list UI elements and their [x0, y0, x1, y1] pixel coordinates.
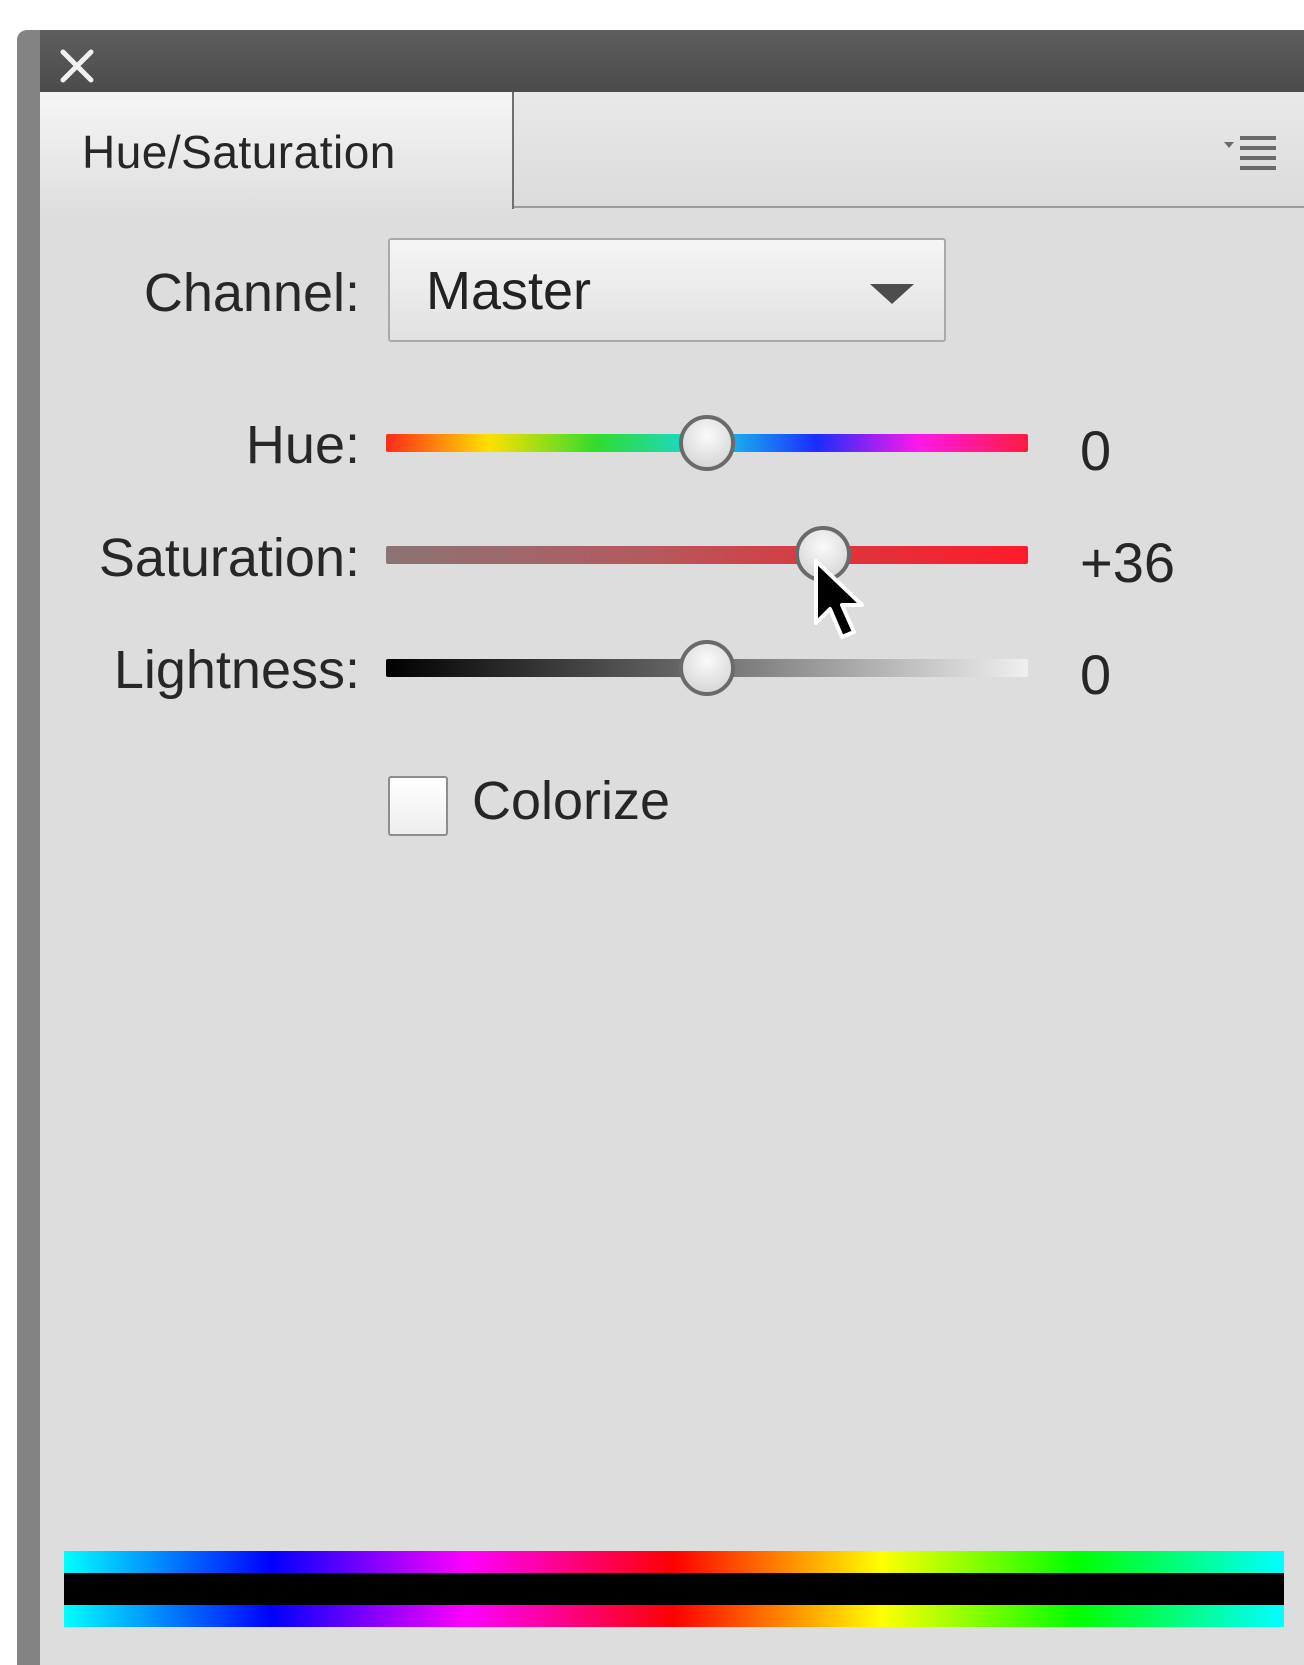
saturation-slider-track[interactable] [386, 546, 1028, 564]
saturation-slider-thumb[interactable] [794, 526, 851, 582]
colorize-label[interactable]: Colorize [472, 770, 670, 832]
panel-menu-button[interactable] [1222, 130, 1282, 174]
panel-menu-icon [1224, 136, 1276, 170]
channel-select-value: Master [426, 261, 592, 321]
spectrum-divider [64, 1573, 1284, 1605]
hue-label: Hue: [245, 415, 360, 475]
lightness-label: Lightness: [113, 640, 360, 700]
panel-titlebar[interactable] [40, 30, 1304, 92]
channel-select[interactable]: Master [388, 238, 946, 342]
saturation-label: Saturation: [98, 528, 360, 588]
tab-label: Hue/Saturation [82, 126, 396, 178]
channel-label: Channel: [143, 263, 360, 323]
output-spectrum-bar [64, 1605, 1284, 1627]
hue-value: 0 [1080, 419, 1112, 482]
close-button[interactable] [55, 44, 99, 88]
colorize-checkbox[interactable] [388, 776, 448, 836]
chevron-down-icon [870, 284, 914, 304]
lightness-slider-thumb[interactable] [679, 640, 735, 696]
saturation-value: +36 [1080, 531, 1175, 594]
close-icon [60, 49, 94, 83]
lightness-value: 0 [1080, 643, 1112, 706]
input-spectrum-bar [64, 1551, 1284, 1573]
hue-slider-thumb[interactable] [679, 415, 735, 471]
